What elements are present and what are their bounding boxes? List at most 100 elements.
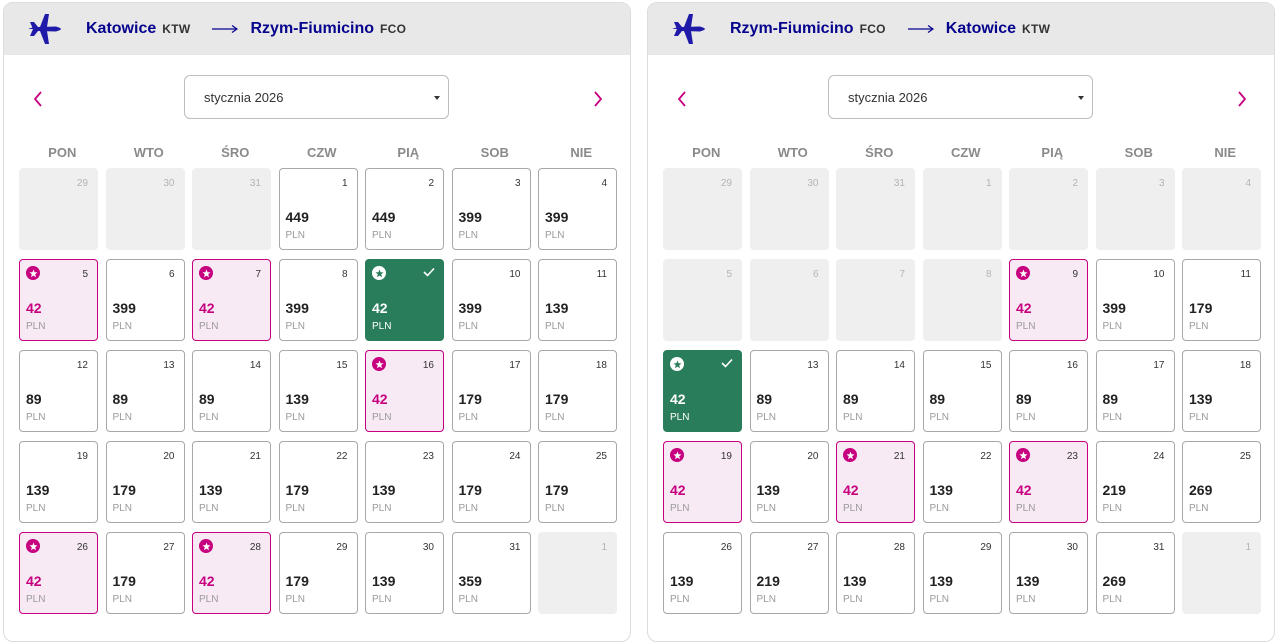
- price-currency: PLN: [199, 321, 219, 332]
- weekday-header: PON WTO ŚRO CZW PIĄ SOB NIE: [19, 145, 625, 160]
- calendar-day-cell[interactable]: 7 42 PLN: [192, 259, 271, 341]
- price-currency: PLN: [756, 412, 776, 423]
- calendar-day-cell[interactable]: 20 139 PLN: [749, 441, 829, 523]
- next-month-button[interactable]: [1230, 87, 1254, 111]
- calendar-day-cell[interactable]: 20 179 PLN: [105, 441, 185, 523]
- day-price: 179: [285, 482, 309, 498]
- calendar-day-cell: 29: [19, 168, 98, 250]
- calendar-day-cell[interactable]: 11 139 PLN: [538, 259, 617, 341]
- calendar-day-cell[interactable]: 22 179 PLN: [278, 441, 358, 523]
- calendar-day-cell[interactable]: 1 449 PLN: [278, 168, 358, 250]
- calendar-day-cell[interactable]: 28 139 PLN: [836, 532, 915, 614]
- calendar-day-cell[interactable]: 13 89 PLN: [105, 350, 185, 432]
- day-price: 139: [929, 482, 953, 498]
- weekday-label: NIE: [1214, 145, 1237, 160]
- calendar-day-cell[interactable]: 6 399 PLN: [105, 259, 185, 341]
- destination-city: Rzym-Fiumicino: [250, 20, 375, 37]
- calendar-day-cell[interactable]: 16 42 PLN: [365, 350, 444, 432]
- price-currency: PLN: [1016, 594, 1036, 605]
- calendar-day-cell[interactable]: 25 179 PLN: [538, 441, 617, 523]
- star-icon: [26, 539, 40, 553]
- calendar-day-cell[interactable]: 27 179 PLN: [105, 532, 185, 614]
- calendar-day-cell[interactable]: 2 449 PLN: [365, 168, 444, 250]
- day-price: 179: [545, 391, 569, 407]
- destination-code: FCO: [380, 22, 407, 36]
- weekday-label: ŚRO: [221, 145, 250, 160]
- weekday-label: SOB: [1124, 145, 1153, 160]
- calendar-day-cell[interactable]: 17 89 PLN: [1095, 350, 1175, 432]
- calendar-day-cell[interactable]: 26 42 PLN: [19, 532, 98, 614]
- price-currency: PLN: [372, 412, 392, 423]
- calendar-day-cell[interactable]: 1242PLN: [663, 350, 742, 432]
- calendar-day-cell[interactable]: 942PLN: [1009, 259, 1088, 341]
- calendar-day-cell[interactable]: 18 139 PLN: [1182, 350, 1261, 432]
- day-number: 25: [595, 451, 607, 462]
- previous-month-button[interactable]: [26, 87, 50, 111]
- calendar-day-cell[interactable]: 30 139 PLN: [365, 532, 444, 614]
- calendar-day-cell[interactable]: 28 42 PLN: [192, 532, 271, 614]
- calendar-day-cell[interactable]: 23 139 PLN: [365, 441, 444, 523]
- calendar-day-cell[interactable]: 18 179 PLN: [538, 350, 617, 432]
- calendar-day-cell[interactable]: 11 179 PLN: [1182, 259, 1261, 341]
- calendar-day-cell[interactable]: 19 42 PLN: [663, 441, 742, 523]
- calendar-day-cell[interactable]: 17 179 PLN: [451, 350, 531, 432]
- calendar-day-cell[interactable]: 10 399 PLN: [451, 259, 531, 341]
- calendar-day-cell[interactable]: 14 89 PLN: [836, 350, 915, 432]
- calendar-day-cell[interactable]: 13 89 PLN: [749, 350, 829, 432]
- month-select[interactable]: stycznia 2026: [828, 75, 1093, 119]
- price-currency: PLN: [1102, 321, 1122, 332]
- calendar-day-cell[interactable]: 22 139 PLN: [922, 441, 1002, 523]
- calendar-day-cell[interactable]: 4 399 PLN: [538, 168, 617, 250]
- day-number: 29: [980, 542, 992, 553]
- day-number: 1: [341, 178, 348, 189]
- plane-icon: [672, 14, 705, 44]
- calendar-day-cell[interactable]: 12 89 PLN: [19, 350, 98, 432]
- calendar-day-cell[interactable]: 19 139 PLN: [19, 441, 98, 523]
- calendar-day-cell[interactable]: 21 139 PLN: [192, 441, 271, 523]
- day-number: 15: [980, 360, 992, 371]
- day-number: 19: [720, 451, 732, 462]
- calendar-day-cell[interactable]: 3 399 PLN: [451, 168, 531, 250]
- day-price: 89: [1016, 391, 1032, 407]
- calendar-day-cell[interactable]: 21 42 PLN: [836, 441, 915, 523]
- calendar-day-cell[interactable]: 23 42 PLN: [1009, 441, 1088, 523]
- calendar-day-cell[interactable]: 29 179 PLN: [278, 532, 358, 614]
- calendar-day-cell[interactable]: 15 139 PLN: [278, 350, 358, 432]
- calendar-day-cell[interactable]: 15 89 PLN: [922, 350, 1002, 432]
- next-month-button[interactable]: [586, 87, 610, 111]
- day-number: 24: [1153, 451, 1165, 462]
- day-number: 26: [720, 542, 732, 553]
- star-icon: [1016, 448, 1030, 462]
- day-price: 42: [199, 300, 215, 316]
- day-number: 10: [1153, 269, 1165, 280]
- day-price: 139: [756, 482, 780, 498]
- day-price: 449: [372, 209, 396, 225]
- price-currency: PLN: [458, 412, 478, 423]
- day-price: 139: [26, 482, 50, 498]
- day-price: 139: [199, 482, 223, 498]
- calendar-day-cell[interactable]: 16 89 PLN: [1009, 350, 1088, 432]
- calendar-day-cell[interactable]: 27 219 PLN: [749, 532, 829, 614]
- calendar-day-cell[interactable]: 29 139 PLN: [922, 532, 1002, 614]
- calendar-day-cell[interactable]: 5 42 PLN: [19, 259, 98, 341]
- calendar-day-cell[interactable]: 942PLN: [365, 259, 444, 341]
- calendar-day-cell[interactable]: 8 399 PLN: [278, 259, 358, 341]
- previous-month-button[interactable]: [670, 87, 694, 111]
- day-price: 139: [929, 573, 953, 589]
- calendar-day-cell[interactable]: 10 399 PLN: [1095, 259, 1175, 341]
- calendar-day-cell[interactable]: 26 139 PLN: [663, 532, 742, 614]
- calendar-day-cell[interactable]: 25 269 PLN: [1182, 441, 1261, 523]
- calendar-day-cell[interactable]: 31 359 PLN: [451, 532, 531, 614]
- calendar-day-cell[interactable]: 24 179 PLN: [451, 441, 531, 523]
- calendar-day-cell[interactable]: 24 219 PLN: [1095, 441, 1175, 523]
- route-header: Katowice KTW Rzym-Fiumicino FCO: [4, 3, 630, 55]
- calendar-day-cell[interactable]: 31 269 PLN: [1095, 532, 1175, 614]
- day-price: 42: [199, 573, 215, 589]
- day-price: 89: [26, 391, 42, 407]
- calendar-day-cell[interactable]: 30 139 PLN: [1009, 532, 1088, 614]
- month-select[interactable]: stycznia 2026: [184, 75, 449, 119]
- calendar-day-cell[interactable]: 14 89 PLN: [192, 350, 271, 432]
- day-number: 8: [341, 269, 348, 280]
- day-number: 18: [595, 360, 607, 371]
- day-price: 139: [545, 300, 569, 316]
